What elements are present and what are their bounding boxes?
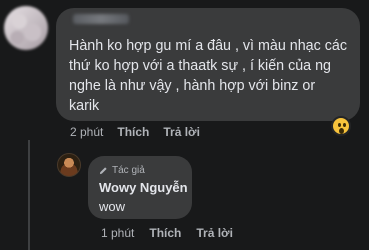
thread-connector-line xyxy=(28,140,30,250)
wow-reaction-icon[interactable] xyxy=(331,116,351,136)
pencil-icon xyxy=(99,167,107,175)
reply-author-name[interactable]: Wowy Nguyễn xyxy=(99,180,188,195)
commenter-avatar[interactable] xyxy=(4,6,48,50)
reply-reply-button[interactable]: Trả lời xyxy=(196,226,233,240)
reply-timestamp[interactable]: 1 phút xyxy=(101,226,134,240)
comment-actions: 2 phút Thích Trả lời xyxy=(70,125,200,139)
comment-thread: Hành ko hợp gu mí a đâu , vì màu nhạc cá… xyxy=(0,0,369,250)
comment-timestamp[interactable]: 2 phút xyxy=(70,125,103,139)
reply-actions: 1 phút Thích Trả lời xyxy=(101,226,233,240)
author-badge-label: Tác giả xyxy=(112,165,145,176)
comment-text: Hành ko hợp gu mí a đâu , vì màu nhạc cá… xyxy=(69,38,347,114)
reply-like-button[interactable]: Thích xyxy=(149,226,181,240)
reply-button[interactable]: Trả lời xyxy=(163,125,200,139)
like-button[interactable]: Thích xyxy=(117,125,149,139)
author-badge: Tác giả xyxy=(99,165,145,176)
reply-text: wow xyxy=(99,199,126,214)
reply-author-avatar[interactable] xyxy=(57,153,81,177)
commenter-name-redacted[interactable] xyxy=(73,14,129,24)
